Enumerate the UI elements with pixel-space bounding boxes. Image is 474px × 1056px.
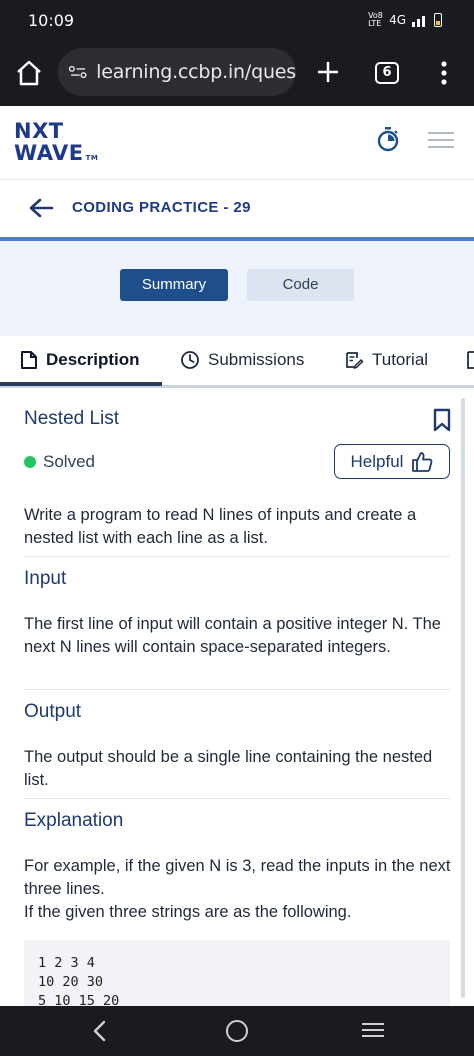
explanation-text-2: If the given three strings are as the fo… (24, 903, 352, 921)
nav-recents-icon[interactable] (362, 1023, 384, 1039)
status-bar: 10:09 Vo8 LTE 4G (0, 0, 474, 40)
helpful-label: Helpful (350, 451, 404, 471)
nav-back-icon[interactable] (90, 1019, 110, 1043)
output-heading: Output (24, 701, 82, 722)
active-tab-indicator (0, 382, 162, 386)
problem-title: Nested List (24, 408, 120, 429)
battery-icon (434, 13, 442, 27)
explanation-text-1: For example, if the given N is 3, read t… (24, 857, 451, 898)
document-icon (21, 351, 37, 369)
example-line: 1 2 3 4 (38, 955, 95, 971)
home-icon[interactable] (14, 58, 44, 88)
code-button[interactable]: Code (247, 269, 354, 301)
section-divider (24, 798, 450, 799)
thumbs-up-icon (412, 451, 433, 472)
status-icons: Vo8 LTE 4G (368, 12, 442, 28)
example-input-block: 1 2 3 4 10 20 30 5 10 15 20 (24, 940, 450, 1006)
logo-line2: WAVE TM (14, 142, 104, 169)
url-text[interactable]: learning.ccbp.in/ques (96, 61, 296, 83)
tab-tutorial[interactable]: Tutorial (344, 350, 428, 370)
example-line: 10 20 30 (38, 974, 104, 990)
tab-overflow[interactable] (466, 350, 474, 370)
solved-label: Solved (43, 452, 95, 471)
view-toggle: Summary Code (0, 241, 474, 336)
example-line: 5 10 15 20 (38, 993, 120, 1006)
solved-status: Solved (24, 452, 95, 472)
tab-switcher-button[interactable]: 6 (375, 62, 399, 84)
tab-submissions[interactable]: Submissions (180, 350, 304, 370)
overflow-tab-icon (467, 351, 474, 369)
url-bar[interactable]: learning.ccbp.in/ques (58, 48, 296, 96)
practice-title: CODING PRACTICE - 29 (72, 199, 251, 216)
logo-tm: TM (85, 154, 99, 162)
input-heading: Input (24, 568, 67, 589)
logo-line2-text: WAVE (14, 141, 84, 165)
nav-home-icon[interactable] (226, 1020, 248, 1042)
helpful-button[interactable]: Helpful (334, 444, 450, 479)
bookmark-icon[interactable] (432, 408, 452, 432)
clock-icon (181, 351, 199, 369)
tab-description-label: Description (46, 350, 140, 369)
output-text: The output should be a single line conta… (24, 748, 433, 789)
logo-line1: NXT (14, 119, 64, 143)
hamburger-menu-icon[interactable] (428, 132, 454, 150)
practice-header: CODING PRACTICE - 29 (0, 180, 474, 238)
summary-button[interactable]: Summary (120, 269, 228, 301)
section-divider (24, 556, 450, 557)
explanation-heading: Explanation (24, 810, 124, 831)
tab-submissions-label: Submissions (208, 350, 305, 369)
edit-note-icon (346, 352, 364, 370)
network-type-label: Vo8 LTE (368, 11, 383, 28)
new-tab-icon[interactable] (312, 56, 344, 88)
problem-description: Nested List Solved Helpful Write a progr… (0, 388, 474, 1006)
signal-label: 4G (389, 13, 406, 27)
back-arrow-icon[interactable] (28, 197, 54, 219)
system-nav-bar (0, 1006, 474, 1056)
site-settings-icon[interactable] (68, 62, 88, 82)
stopwatch-icon[interactable] (376, 126, 400, 152)
site-header: NXT WAVE TM (0, 106, 474, 180)
problem-intro: Write a program to read N lines of input… (24, 506, 417, 547)
solved-dot-icon (24, 456, 36, 468)
status-time: 10:09 (28, 11, 75, 30)
tab-description[interactable]: Description (20, 350, 140, 370)
section-divider (24, 689, 450, 690)
tab-tutorial-label: Tutorial (372, 350, 429, 369)
signal-icon (412, 16, 425, 27)
more-options-icon[interactable] (432, 58, 456, 88)
nxtwave-logo[interactable]: NXT WAVE TM (14, 120, 104, 168)
input-text: The first line of input will contain a p… (24, 615, 441, 656)
tab-strip: Description Submissions Tutorial (0, 336, 474, 388)
scrollbar[interactable] (461, 398, 465, 998)
browser-toolbar: learning.ccbp.in/ques 6 (0, 40, 474, 106)
